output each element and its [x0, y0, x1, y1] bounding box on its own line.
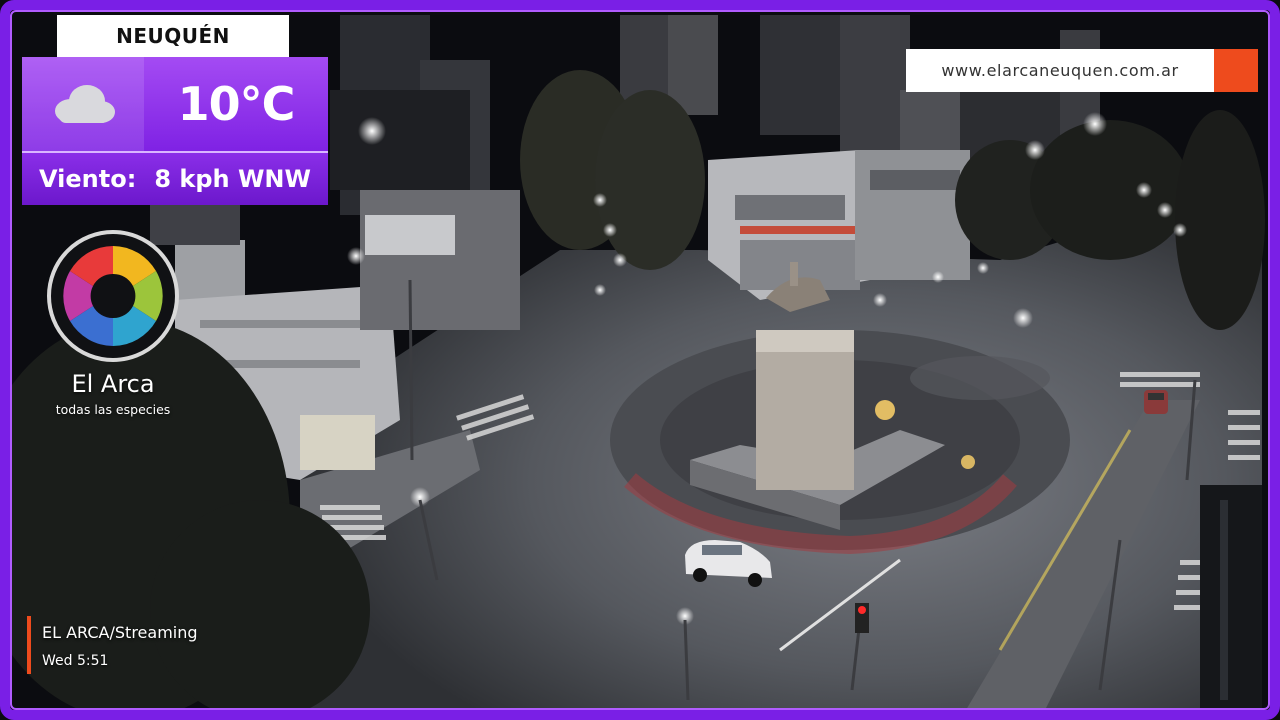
wind-value: 8 kph WNW — [154, 165, 311, 193]
stream-accent-bar — [27, 616, 31, 674]
car-red — [1144, 390, 1168, 414]
brand-tagline: todas las especies — [55, 402, 171, 417]
weather-top: 10°C — [22, 57, 328, 151]
stream-title: EL ARCA/Streaming — [42, 623, 198, 642]
city-label: NEUQUÉN — [57, 15, 289, 57]
website-link[interactable]: www.elarcaneuquen.com.ar — [906, 49, 1214, 92]
temperature: 10°C — [177, 77, 296, 131]
wind-row: Viento: 8 kph WNW — [22, 151, 328, 205]
weather-panel: 10°C Viento: 8 kph WNW — [22, 57, 328, 205]
weather-icon-cell — [22, 57, 144, 151]
stream-time: Wed 5:51 — [42, 653, 109, 669]
building-corner — [708, 150, 970, 300]
cloud-icon — [55, 85, 115, 123]
brand-name: El Arca — [71, 370, 155, 398]
wind-label: Viento: — [39, 165, 137, 193]
website-accent — [1214, 49, 1258, 92]
el-arca-logo — [47, 230, 179, 362]
